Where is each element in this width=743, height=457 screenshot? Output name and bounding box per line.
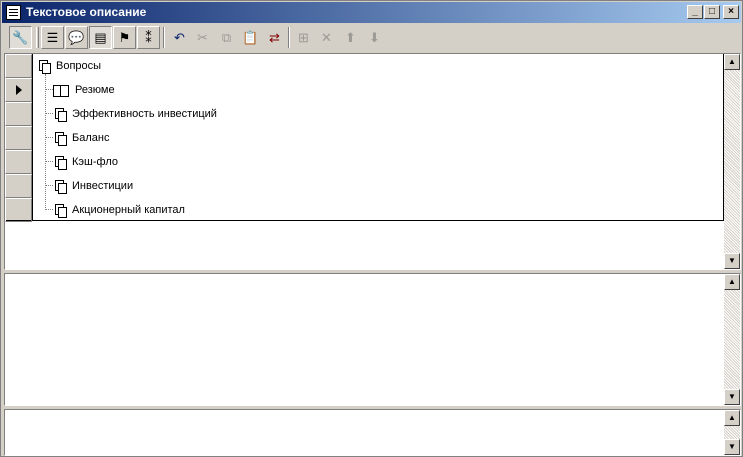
row-header[interactable] (5, 102, 32, 126)
undo-button[interactable]: ↶ (168, 26, 191, 49)
document-icon (55, 180, 67, 194)
document-icon (39, 60, 51, 74)
scroll-down-button[interactable]: ▼ (724, 439, 740, 455)
editor-pane-scrollbar[interactable]: ▲ ▼ (724, 274, 740, 405)
tree-grid: Вопросы Резюме Эффективность инвестиций … (5, 54, 724, 222)
outline-icon: ☰ (46, 29, 59, 45)
outline-view-button[interactable]: ☰ (41, 26, 64, 49)
delete-node-button[interactable]: ✕ (315, 26, 338, 49)
current-row-indicator-icon (16, 85, 22, 95)
row-header-column (5, 54, 33, 222)
row-header[interactable] (5, 150, 32, 174)
document-icon (55, 156, 67, 170)
tree-pane[interactable]: Вопросы Резюме Эффективность инвестиций … (4, 53, 741, 270)
wrench-button[interactable]: 🔧 (9, 26, 32, 49)
replace-icon: ⇄ (269, 29, 280, 45)
numbering-icon: ⁑ (145, 29, 152, 45)
row-header[interactable] (5, 126, 32, 150)
copy-icon: ⧉ (221, 29, 232, 45)
tree-connector (45, 89, 53, 90)
copy-button[interactable]: ⧉ (215, 26, 238, 49)
text-description-window: Текстовое описание _ □ × 🔧 ☰ 💬 ▤ ⚑ ⁑ ↶ ✂… (0, 0, 743, 457)
tree-node-label: Баланс (72, 132, 110, 144)
tree-node-summary[interactable]: Резюме (53, 80, 115, 100)
clipboard-icon: 📋 (242, 29, 259, 45)
scroll-up-button[interactable]: ▲ (724, 410, 740, 426)
tree-node-label: Инвестиции (72, 180, 134, 192)
wrench-icon: 🔧 (12, 29, 29, 45)
scroll-up-button[interactable]: ▲ (724, 274, 740, 290)
tree-connector (45, 74, 46, 210)
document-icon (55, 132, 67, 146)
comment-button[interactable]: 💬 (65, 26, 88, 49)
move-up-button[interactable]: ⬆ (339, 26, 362, 49)
tree-node-cash-flow[interactable]: Кэш-фло (55, 152, 118, 172)
minimize-button[interactable]: _ (687, 5, 703, 19)
text-block-icon: ▤ (94, 29, 107, 45)
cut-button[interactable]: ✂ (191, 26, 214, 49)
replace-button[interactable]: ⇄ (263, 26, 286, 49)
row-header[interactable] (5, 54, 32, 78)
insert-node-icon: ⊞ (298, 29, 309, 45)
tree-connector (45, 137, 53, 138)
tree-connector (45, 113, 53, 114)
delete-icon: ✕ (321, 29, 332, 45)
bookmark-button[interactable]: ⚑ (113, 26, 136, 49)
tree-connector (45, 161, 53, 162)
scissors-icon: ✂ (197, 29, 208, 45)
tree-node-label: Акционерный капитал (72, 204, 185, 216)
text-block-button[interactable]: ▤ (89, 26, 112, 49)
undo-icon: ↶ (174, 29, 185, 45)
tree-node-equity[interactable]: Акционерный капитал (55, 200, 185, 220)
tree-node-investments[interactable]: Инвестиции (55, 176, 133, 196)
scroll-up-button[interactable]: ▲ (724, 54, 740, 70)
move-down-button[interactable]: ⬇ (363, 26, 386, 49)
window-title: Текстовое описание (26, 5, 147, 19)
toolbar-separator (163, 27, 165, 48)
questions-tree: Вопросы Резюме Эффективность инвестиций … (35, 54, 723, 220)
scroll-down-button[interactable]: ▼ (724, 253, 740, 269)
open-book-icon (53, 84, 69, 97)
maximize-button[interactable]: □ (704, 5, 720, 19)
tree-connector (45, 209, 53, 210)
bookmark-icon: ⚑ (118, 29, 131, 45)
tree-pane-scrollbar[interactable]: ▲ ▼ (724, 54, 740, 269)
row-header-current[interactable] (5, 78, 32, 102)
numbering-button[interactable]: ⁑ (137, 26, 160, 49)
tree-node-label: Кэш-фло (72, 156, 118, 168)
toolbar-separator (288, 27, 290, 48)
tree-node-label: Эффективность инвестиций (72, 108, 217, 120)
document-icon (55, 108, 67, 122)
text-editor-pane[interactable]: ▲ ▼ (4, 273, 741, 406)
row-header[interactable] (5, 174, 32, 198)
arrow-up-icon: ⬆ (345, 29, 356, 45)
document-icon (55, 204, 67, 218)
arrow-down-icon: ⬇ (369, 29, 380, 45)
comment-icon: 💬 (68, 29, 85, 45)
tree-node-investment-efficiency[interactable]: Эффективность инвестиций (55, 104, 217, 124)
tree-node-root[interactable]: Вопросы (39, 56, 101, 76)
row-header[interactable] (5, 198, 32, 222)
scroll-down-button[interactable]: ▼ (724, 389, 740, 405)
bottom-pane-scrollbar[interactable]: ▲ ▼ (724, 410, 740, 455)
insert-node-button[interactable]: ⊞ (292, 26, 315, 49)
title-bar[interactable]: Текстовое описание _ □ × (2, 2, 741, 23)
tree-connector (45, 185, 53, 186)
tree-node-label: Вопросы (56, 60, 102, 72)
window-app-icon[interactable] (6, 5, 21, 20)
close-button[interactable]: × (723, 5, 739, 19)
tree-node-label: Резюме (75, 84, 115, 96)
toolbar-grip[interactable] (36, 27, 39, 48)
bottom-pane[interactable]: ▲ ▼ (4, 409, 741, 456)
tree-node-balance[interactable]: Баланс (55, 128, 109, 148)
paste-button[interactable]: 📋 (239, 26, 262, 49)
toolbar: 🔧 ☰ 💬 ▤ ⚑ ⁑ ↶ ✂ ⧉ 📋 ⇄ ⊞ ✕ ⬆ ⬇ (2, 24, 741, 53)
